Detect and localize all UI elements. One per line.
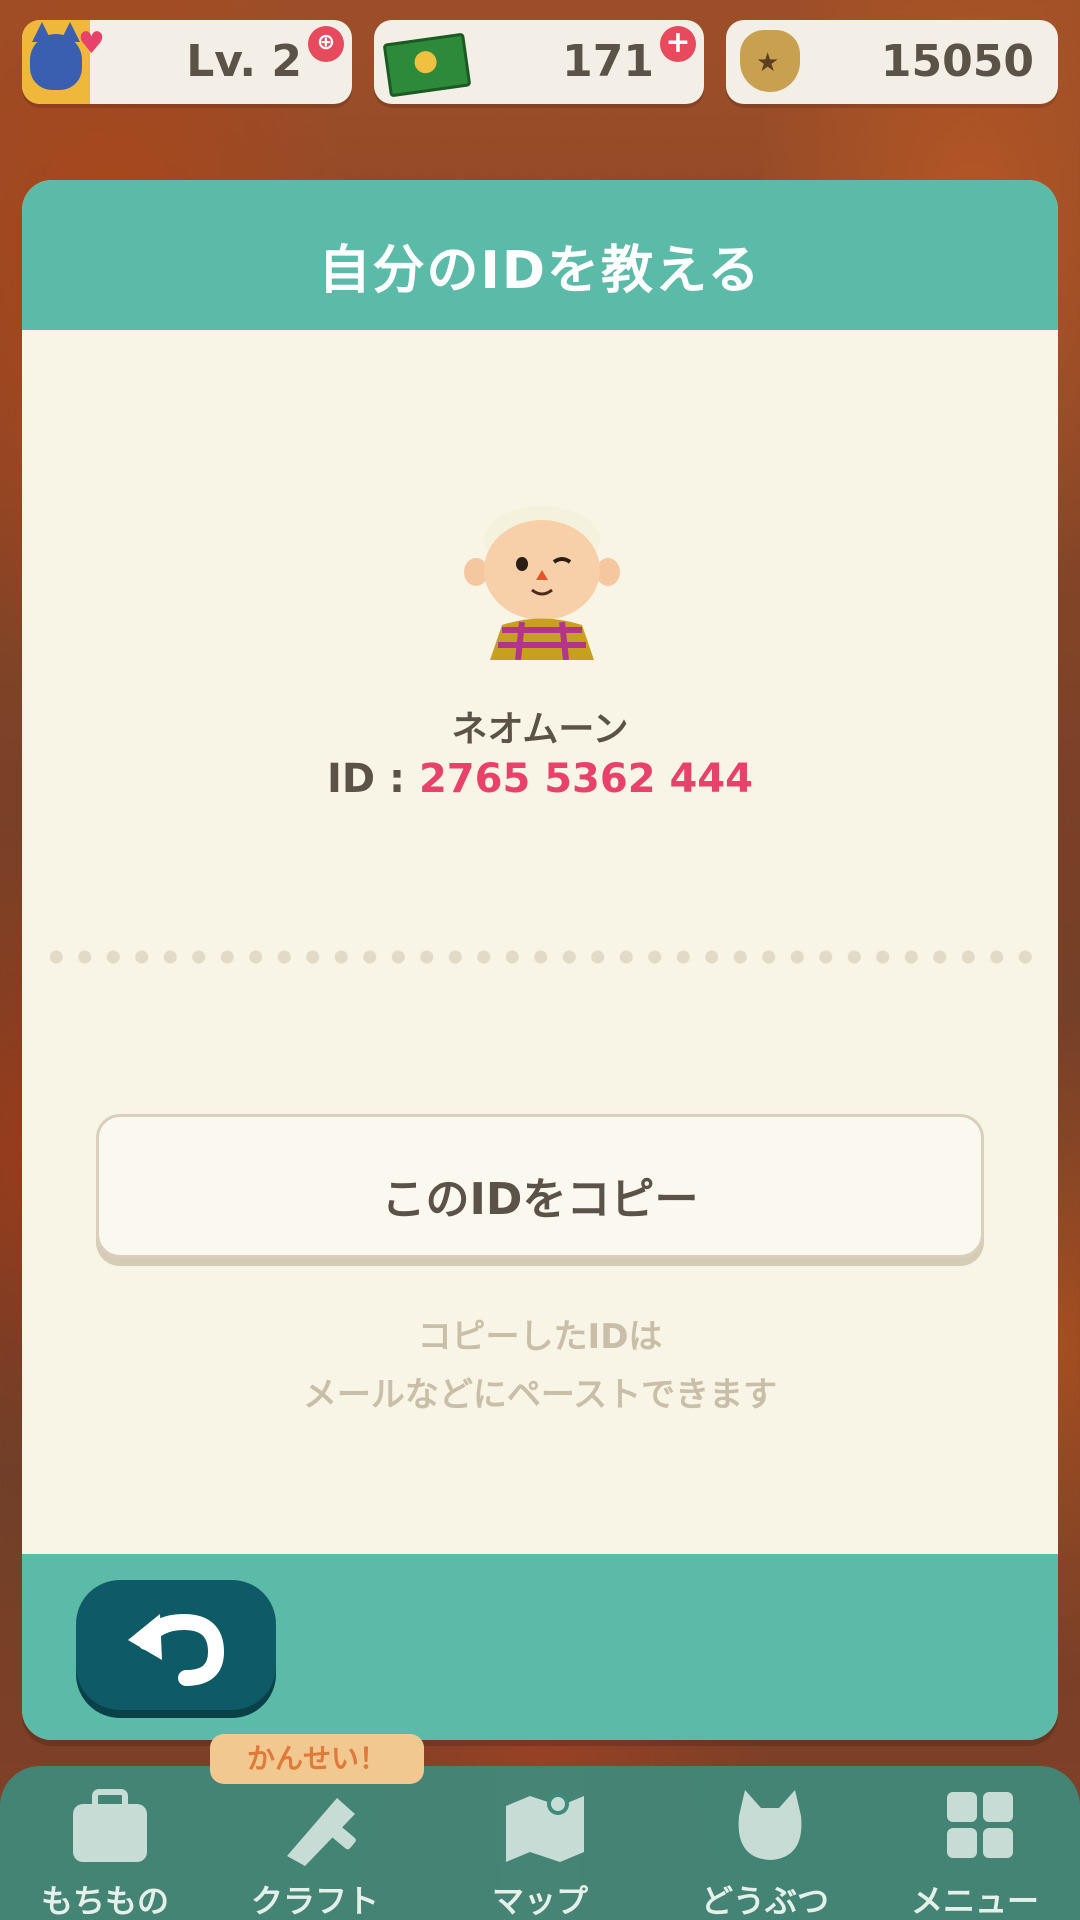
nav-label-craft: クラフト: [250, 1882, 379, 1920]
ticket-count: 171: [562, 36, 654, 87]
back-button[interactable]: [76, 1580, 276, 1710]
dialog-footer: [22, 1554, 1058, 1740]
nav-label-menu: メニュー: [910, 1882, 1039, 1920]
player-id: ID : 2765 5362 444: [22, 756, 1058, 802]
back-arrow-icon: [128, 1613, 225, 1686]
cat-icon: [30, 22, 82, 90]
leaf-ticket-icon: [382, 32, 472, 98]
id-value: 2765 5362 444: [418, 756, 753, 802]
dialog-title: 自分のIDを教える: [318, 241, 762, 301]
copy-hint: コピーしたIDは メールなどにペーストできます: [22, 1308, 1058, 1424]
bells-display: 15050: [726, 20, 1058, 104]
copy-id-button-label: このIDをコピー: [381, 1174, 699, 1225]
copy-hint-line2: メールなどにペーストできます: [302, 1375, 778, 1415]
heart-icon: ♥: [78, 26, 105, 61]
nav-item-animals[interactable]: どうぶつ: [665, 1776, 865, 1920]
nav-label-map: マップ: [491, 1882, 588, 1920]
map-icon: [506, 1793, 584, 1862]
nav-item-map[interactable]: マップ: [440, 1776, 640, 1920]
nav-item-craft[interactable]: クラフト: [215, 1776, 415, 1920]
copy-id-button[interactable]: このIDをコピー: [96, 1114, 984, 1258]
bag-icon: [73, 1789, 147, 1862]
leaf-ticket-display[interactable]: 171 +: [374, 20, 704, 104]
bell-bag-icon: [740, 30, 800, 92]
nav-label-inventory: もちもの: [40, 1882, 169, 1920]
dotted-divider: [42, 950, 1038, 964]
copy-hint-line1: コピーしたIDは: [417, 1317, 663, 1357]
id-label: ID :: [327, 756, 419, 802]
player-character-icon: [464, 506, 620, 660]
grid-menu-icon: [947, 1792, 1013, 1858]
cat-face-icon: [738, 1790, 802, 1860]
level-text: Lv. 2: [186, 36, 302, 87]
character-name: ネオムーン: [451, 709, 629, 750]
dialog-header: 自分のIDを教える: [22, 180, 1058, 330]
hammer-saw-icon: [287, 1798, 356, 1866]
add-tickets-icon[interactable]: +: [660, 26, 696, 62]
level-display[interactable]: ♥ Lv. 2 ⊕: [22, 20, 352, 104]
nav-label-animals: どうぶつ: [700, 1882, 829, 1920]
nav-item-menu[interactable]: メニュー: [875, 1776, 1075, 1920]
share-id-dialog: 自分のIDを教える ネオムーン ID : 2765 5362 444 このIDを…: [22, 180, 1058, 1740]
zoom-icon[interactable]: ⊕: [308, 26, 344, 62]
nav-item-inventory[interactable]: もちもの: [5, 1776, 205, 1920]
bells-count: 15050: [880, 36, 1034, 87]
